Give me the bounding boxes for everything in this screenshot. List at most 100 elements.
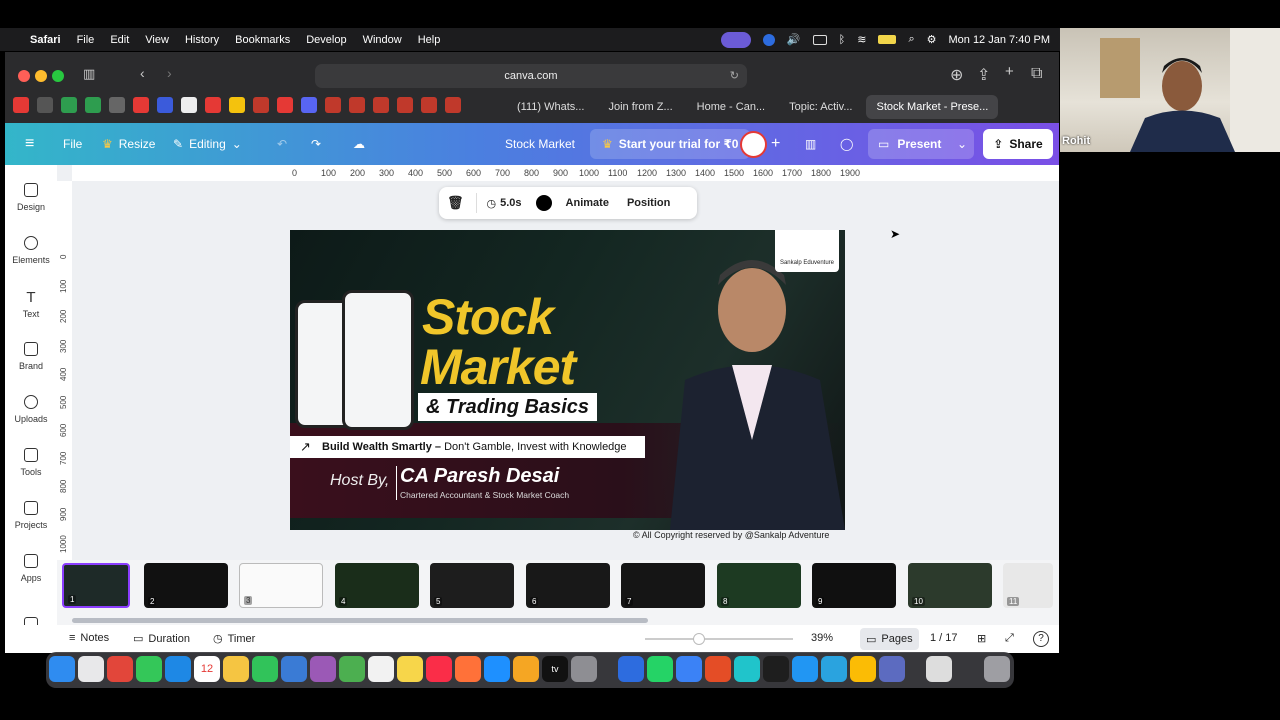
figma-icon[interactable] xyxy=(763,656,789,682)
back-icon[interactable]: ‹ xyxy=(140,65,145,81)
discord-favicon-icon[interactable] xyxy=(301,97,317,113)
tab-stock-market[interactable]: Stock Market - Prese... xyxy=(866,95,999,119)
menu-window[interactable]: Window xyxy=(363,34,402,46)
blue-favicon-icon[interactable] xyxy=(157,97,173,113)
app-favicon-icon[interactable] xyxy=(109,97,125,113)
zoom-status-icon[interactable] xyxy=(762,33,775,46)
todoist-icon[interactable] xyxy=(705,656,731,682)
page-thumbnail[interactable]: 11 xyxy=(1003,563,1053,608)
sidebar-item-text[interactable]: T Text xyxy=(5,289,57,319)
trash-icon[interactable]: 🗑 xyxy=(447,195,464,211)
grid-view-icon[interactable]: ⊞ xyxy=(977,632,986,645)
notion-favicon-icon[interactable] xyxy=(181,97,197,113)
page-thumbnail[interactable]: 2 xyxy=(144,563,228,608)
menu-app-safari[interactable]: Safari xyxy=(30,34,61,46)
notes-button[interactable]: ≡ Notes xyxy=(69,632,109,644)
downloads-icon[interactable]: ⊕ xyxy=(950,65,963,85)
new-tab-icon[interactable]: + xyxy=(1005,63,1014,80)
page-thumbnail[interactable]: 10 xyxy=(908,563,992,608)
tab-zoom[interactable]: Join from Z... xyxy=(598,95,682,119)
tab-whatsapp[interactable]: (111) Whats... xyxy=(507,95,594,119)
page-thumbnail[interactable]: 7 xyxy=(621,563,705,608)
redo-icon[interactable]: ↷ xyxy=(311,123,321,165)
page-counter[interactable]: 1 / 17 xyxy=(930,632,958,644)
undo-icon[interactable]: ↶ xyxy=(277,123,287,165)
sidebar-item-elements[interactable]: Elements xyxy=(5,236,57,265)
zoom-slider[interactable] xyxy=(645,638,793,640)
facetime-icon[interactable] xyxy=(252,656,278,682)
avatar[interactable] xyxy=(740,131,767,158)
add-collaborator-icon[interactable]: + xyxy=(771,123,780,165)
cloud-save-icon[interactable]: ☁ xyxy=(353,123,365,165)
simulator-icon[interactable] xyxy=(879,656,905,682)
file-menu-button[interactable]: File xyxy=(63,123,82,165)
search-icon[interactable]: ⌕ xyxy=(908,33,914,46)
tab-topic[interactable]: Topic: Activ... xyxy=(779,95,862,119)
youtube-favicon-icon-3[interactable] xyxy=(205,97,221,113)
youtube-favicon-icon-4[interactable] xyxy=(277,97,293,113)
animate-button[interactable]: Animate xyxy=(566,197,609,209)
red-favicon-icon-7[interactable] xyxy=(445,97,461,113)
red-favicon-icon-3[interactable] xyxy=(349,97,365,113)
sidebar-item-brand[interactable]: Brand xyxy=(5,342,57,371)
start-trial-button[interactable]: ♛ Start your trial for ₹0 xyxy=(590,129,751,159)
whatsapp-icon[interactable] xyxy=(647,656,673,682)
telegram-icon[interactable] xyxy=(821,656,847,682)
sidebar-item-apps[interactable]: Apps xyxy=(5,554,57,583)
zoom-app-icon[interactable] xyxy=(618,656,644,682)
menu-edit[interactable]: Edit xyxy=(110,34,129,46)
minimize-window-icon[interactable] xyxy=(35,70,47,82)
fullscreen-icon[interactable]: ⤢ xyxy=(1005,632,1014,645)
screen-record-icon[interactable] xyxy=(720,31,751,48)
firefox-icon[interactable] xyxy=(455,656,481,682)
page-thumbnail[interactable]: 5 xyxy=(430,563,514,608)
horizontal-scrollbar[interactable] xyxy=(72,618,648,623)
keynote-icon[interactable] xyxy=(676,656,702,682)
sidebar-item-uploads[interactable]: Uploads xyxy=(5,395,57,424)
menu-view[interactable]: View xyxy=(145,34,169,46)
hamburger-menu-icon[interactable]: ≡ xyxy=(25,123,34,165)
bluetooth-icon[interactable]: ᛒ xyxy=(839,34,846,46)
sheets-favicon-icon-2[interactable] xyxy=(85,97,101,113)
menu-develop[interactable]: Develop xyxy=(306,34,346,46)
zoom-level[interactable]: 39% xyxy=(811,632,833,644)
proxyman-icon[interactable] xyxy=(792,656,818,682)
page-thumbnail[interactable]: 4 xyxy=(335,563,419,608)
resize-button[interactable]: ♛ Resize xyxy=(102,123,155,165)
canva-app-icon[interactable] xyxy=(734,656,760,682)
menu-help[interactable]: Help xyxy=(418,34,441,46)
tab-canva-home[interactable]: Home - Can... xyxy=(687,95,775,119)
reload-icon[interactable]: ↻ xyxy=(730,64,739,88)
display-icon[interactable] xyxy=(812,34,827,45)
zoom-slider-handle[interactable] xyxy=(693,633,705,645)
page-thumbnail[interactable]: 6 xyxy=(526,563,610,608)
duration-button[interactable]: 5.0s xyxy=(500,197,521,209)
music-icon[interactable] xyxy=(426,656,452,682)
page-thumbnail[interactable]: 9 xyxy=(812,563,896,608)
h-favicon-icon[interactable] xyxy=(37,97,53,113)
menu-file[interactable]: File xyxy=(77,34,95,46)
sidebar-item-projects[interactable]: Projects xyxy=(5,501,57,530)
pages-app-icon[interactable] xyxy=(513,656,539,682)
messages-icon[interactable] xyxy=(136,656,162,682)
screen-recorder-icon[interactable] xyxy=(107,656,133,682)
launchpad-icon[interactable] xyxy=(78,656,104,682)
page-thumbnail[interactable]: 3 xyxy=(239,563,323,608)
trash-bin-icon[interactable] xyxy=(984,656,1010,682)
wifi-icon[interactable]: ≋ xyxy=(857,33,866,46)
notes-app-icon[interactable] xyxy=(397,656,423,682)
page-thumbnail[interactable]: 8 xyxy=(717,563,801,608)
calendar-icon[interactable]: 12 xyxy=(194,656,220,682)
battery-icon[interactable] xyxy=(878,35,897,44)
maximize-window-icon[interactable] xyxy=(52,70,64,82)
forward-icon[interactable]: › xyxy=(167,65,172,81)
photos-icon[interactable] xyxy=(223,656,249,682)
red-favicon-icon-4[interactable] xyxy=(373,97,389,113)
red-favicon-icon-5[interactable] xyxy=(397,97,413,113)
youtube-favicon-icon[interactable] xyxy=(13,97,29,113)
menu-bookmarks[interactable]: Bookmarks xyxy=(235,34,290,46)
close-window-icon[interactable] xyxy=(18,70,30,82)
reminders-icon[interactable] xyxy=(368,656,394,682)
yellow-favicon-icon[interactable] xyxy=(229,97,245,113)
sidebar-toggle-icon[interactable]: ▥ xyxy=(83,66,95,82)
